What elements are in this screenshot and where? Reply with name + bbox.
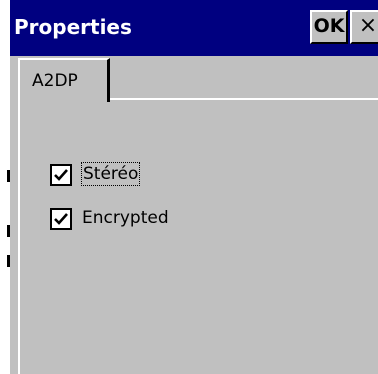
stereo-checkbox[interactable] [50, 164, 72, 186]
check-icon [54, 213, 68, 225]
encrypted-label[interactable]: Encrypted [82, 207, 169, 229]
tab-a2dp[interactable]: A2DP [18, 58, 110, 102]
tab-label: A2DP [32, 71, 78, 91]
check-icon [54, 169, 68, 181]
close-button[interactable]: × [350, 10, 378, 44]
close-icon: × [358, 13, 378, 38]
encrypted-checkbox[interactable] [50, 208, 72, 230]
background-edge [0, 0, 10, 374]
dialog-title: Properties [14, 15, 132, 39]
tab-panel-edge [18, 100, 20, 374]
ok-button[interactable]: OK [310, 10, 348, 44]
title-bar: Properties OK × [10, 0, 378, 56]
stereo-label[interactable]: Stéréo [80, 162, 141, 186]
tab-strip-edge [110, 98, 378, 100]
properties-dialog: Properties OK × A2DP Stéréo Encrypted [10, 0, 378, 374]
